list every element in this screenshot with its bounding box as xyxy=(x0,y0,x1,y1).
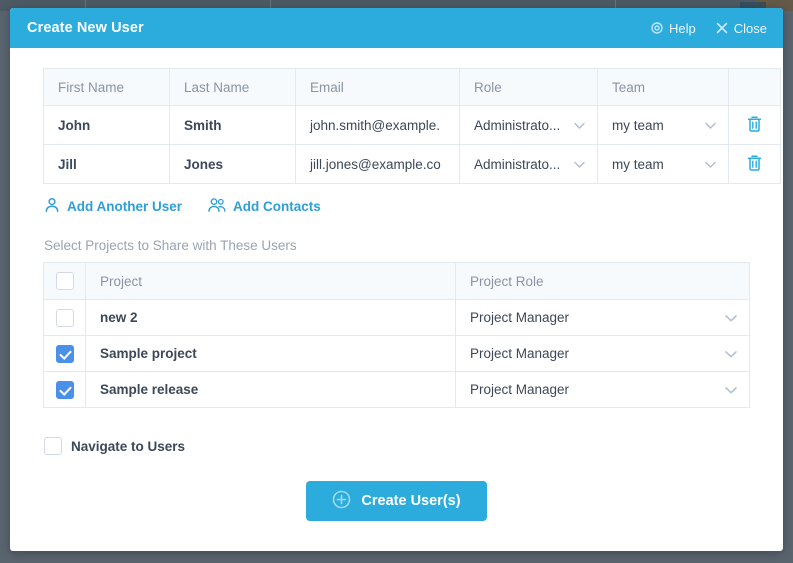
trash-icon xyxy=(746,154,763,172)
help-button[interactable]: Help xyxy=(651,21,696,36)
column-header-first-name: First Name xyxy=(43,68,170,106)
close-icon xyxy=(716,22,728,34)
cell-project-name: new 2 xyxy=(85,299,456,336)
role-dropdown[interactable]: Administrato... xyxy=(459,144,598,184)
team-dropdown[interactable]: my team xyxy=(597,144,729,184)
cell-project-name: Sample release xyxy=(85,371,456,408)
chevron-down-icon xyxy=(705,157,716,172)
project-role-dropdown[interactable]: Project Manager xyxy=(455,371,750,408)
modal-title: Create New User xyxy=(27,20,144,36)
user-icon xyxy=(44,197,60,216)
column-header-last-name: Last Name xyxy=(169,68,296,106)
user-action-links: Add Another User Add Contacts xyxy=(43,197,750,216)
team-value: my team xyxy=(612,117,664,133)
project-checkbox[interactable] xyxy=(55,380,74,399)
chevron-down-icon xyxy=(574,118,585,133)
column-header-project-role: Project Role xyxy=(455,262,750,300)
table-row: Sample release Project Manager xyxy=(43,371,750,408)
project-role-value: Project Manager xyxy=(470,310,570,325)
project-role-dropdown[interactable]: Project Manager xyxy=(455,299,750,336)
cell-first-name[interactable]: Jill xyxy=(43,144,170,184)
navigate-to-users-checkbox[interactable] xyxy=(44,437,62,455)
users-table-header-row: First Name Last Name Email Role Team xyxy=(43,68,781,106)
cell-email[interactable]: jill.jones@example.co xyxy=(295,144,460,184)
navigate-to-users-row[interactable]: Navigate to Users xyxy=(43,437,750,455)
team-dropdown[interactable]: my team xyxy=(597,105,729,145)
project-select-cell[interactable] xyxy=(43,335,86,372)
add-another-user-link[interactable]: Add Another User xyxy=(44,197,182,216)
column-header-email: Email xyxy=(295,68,460,106)
cell-last-name[interactable]: Smith xyxy=(169,105,296,145)
projects-table: Project Project Role new 2 Project Manag… xyxy=(43,262,750,408)
add-contacts-label: Add Contacts xyxy=(233,199,321,214)
create-new-user-modal: Create New User Help Close First Name La… xyxy=(10,8,783,551)
projects-table-header-row: Project Project Role xyxy=(43,262,750,300)
navigate-to-users-label: Navigate to Users xyxy=(71,438,186,454)
chevron-down-icon xyxy=(725,346,737,361)
column-header-role: Role xyxy=(459,68,598,106)
add-another-user-label: Add Another User xyxy=(67,199,183,214)
trash-icon xyxy=(746,115,763,133)
role-value: Administrato... xyxy=(474,156,561,172)
cell-project-name: Sample project xyxy=(85,335,456,372)
select-all-checkbox[interactable] xyxy=(55,272,74,290)
cell-email[interactable]: john.smith@example. xyxy=(295,105,460,145)
role-value: Administrato... xyxy=(474,117,561,133)
chevron-down-icon xyxy=(705,118,716,133)
users-icon xyxy=(208,197,226,216)
chevron-down-icon xyxy=(725,382,737,397)
create-users-button[interactable]: Create User(s) xyxy=(306,481,487,521)
column-header-team: Team xyxy=(597,68,729,106)
users-table: First Name Last Name Email Role Team Joh… xyxy=(43,68,781,184)
chevron-down-icon xyxy=(725,310,737,325)
table-row: new 2 Project Manager xyxy=(43,299,750,336)
delete-user-button[interactable] xyxy=(728,144,781,184)
column-header-actions xyxy=(728,68,781,106)
table-row: Jill Jones jill.jones@example.co Adminis… xyxy=(43,144,781,184)
help-label: Help xyxy=(669,20,696,36)
chevron-down-icon xyxy=(574,157,585,172)
modal-body: First Name Last Name Email Role Team Joh… xyxy=(10,48,783,551)
close-label: Close xyxy=(733,20,767,36)
plus-circle-icon xyxy=(332,490,351,513)
lifebuoy-icon xyxy=(651,22,663,34)
project-select-cell[interactable] xyxy=(43,371,86,408)
project-select-cell[interactable] xyxy=(43,299,86,336)
projects-section-label: Select Projects to Share with These User… xyxy=(44,238,297,253)
role-dropdown[interactable]: Administrato... xyxy=(459,105,598,145)
project-checkbox[interactable] xyxy=(55,308,74,327)
close-button[interactable]: Close xyxy=(716,21,767,36)
column-header-project: Project xyxy=(85,262,456,300)
select-all-projects-header[interactable] xyxy=(43,262,86,300)
project-role-value: Project Manager xyxy=(470,382,570,397)
create-users-label: Create User(s) xyxy=(361,493,461,509)
table-row: Sample project Project Manager xyxy=(43,335,750,372)
project-checkbox[interactable] xyxy=(55,344,74,363)
table-row: John Smith john.smith@example. Administr… xyxy=(43,105,781,145)
modal-titlebar: Create New User Help Close xyxy=(10,8,783,48)
project-role-dropdown[interactable]: Project Manager xyxy=(455,335,750,372)
add-contacts-link[interactable]: Add Contacts xyxy=(208,197,321,216)
team-value: my team xyxy=(612,156,664,172)
cell-first-name[interactable]: John xyxy=(43,105,170,145)
submit-row: Create User(s) xyxy=(43,481,750,521)
cell-last-name[interactable]: Jones xyxy=(169,144,296,184)
project-role-value: Project Manager xyxy=(470,346,570,361)
delete-user-button[interactable] xyxy=(728,105,781,145)
